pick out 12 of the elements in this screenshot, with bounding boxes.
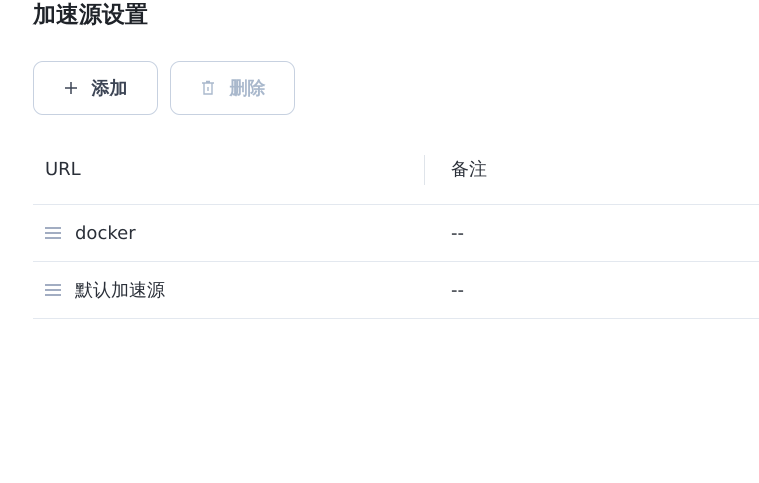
plus-icon: [64, 81, 78, 95]
table-cell: docker: [75, 222, 136, 244]
table-cell: --: [451, 280, 464, 300]
table-cell: --: [451, 222, 464, 244]
page-title: 加速源设置: [33, 1, 149, 30]
column-header: URL: [45, 158, 81, 180]
add-button[interactable]: 添加: [33, 61, 158, 115]
table-cell-text: 默认加速源: [75, 279, 165, 302]
trash-icon: [200, 80, 216, 96]
drag-handle-icon[interactable]: [45, 227, 61, 239]
drag-handle-icon[interactable]: [45, 284, 61, 296]
column-header: 备注: [451, 158, 487, 181]
